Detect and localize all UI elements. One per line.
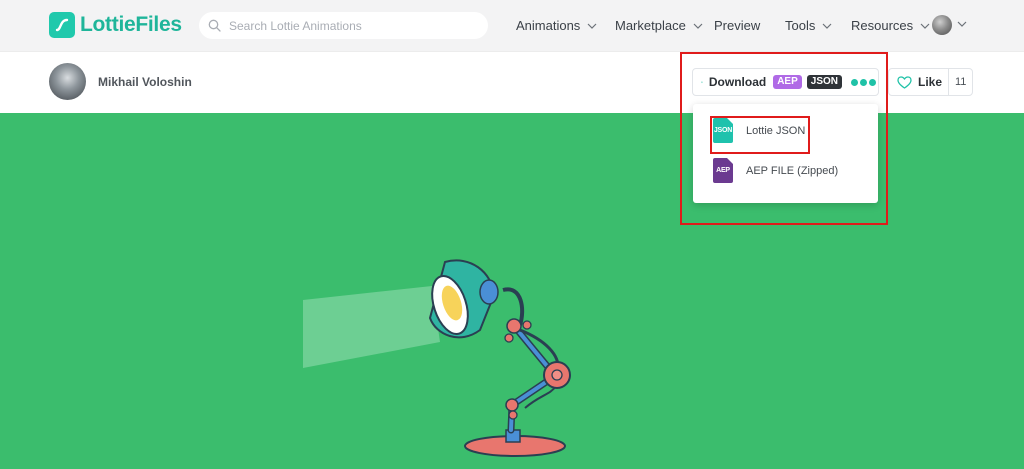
nav-animations-label: Animations	[516, 18, 581, 33]
nav-resources[interactable]: Resources	[851, 18, 930, 33]
like-count: 11	[948, 69, 972, 95]
like-action[interactable]: Like	[889, 75, 948, 89]
nav-tools[interactable]: Tools	[785, 18, 832, 33]
chevron-down-icon	[693, 23, 703, 29]
search-box[interactable]	[199, 12, 488, 39]
like-label: Like	[918, 75, 943, 89]
chevron-down-icon	[822, 23, 832, 29]
highlight-box-lottie-json	[710, 116, 810, 154]
author-avatar[interactable]	[49, 63, 86, 100]
desk-lamp-illustration	[303, 259, 571, 457]
chevron-down-icon	[920, 23, 930, 29]
user-avatar[interactable]	[932, 15, 952, 35]
lottiefiles-logo[interactable]: LottieFiles	[49, 12, 182, 38]
lottiefiles-logo-icon	[49, 12, 75, 38]
chevron-down-icon	[587, 23, 597, 29]
nav-resources-label: Resources	[851, 18, 914, 33]
nav-tools-label: Tools	[785, 18, 816, 33]
heart-icon	[897, 75, 912, 89]
nav-marketplace-label: Marketplace	[615, 18, 686, 33]
nav-preview-label: Preview	[714, 18, 761, 33]
brand-name: LottieFiles	[80, 13, 182, 36]
search-input[interactable]	[229, 18, 459, 33]
nav-marketplace[interactable]: Marketplace	[615, 18, 703, 33]
top-navigation-bar: LottieFiles Animations Marketplace Previ…	[0, 0, 1024, 52]
like-button[interactable]: Like 11	[888, 68, 973, 96]
nav-preview[interactable]: Preview	[714, 18, 760, 33]
nav-animations[interactable]: Animations	[516, 18, 597, 33]
author-name[interactable]: Mikhail Voloshin	[98, 75, 192, 89]
user-menu-chevron-icon[interactable]	[957, 21, 967, 27]
search-icon	[208, 19, 221, 32]
